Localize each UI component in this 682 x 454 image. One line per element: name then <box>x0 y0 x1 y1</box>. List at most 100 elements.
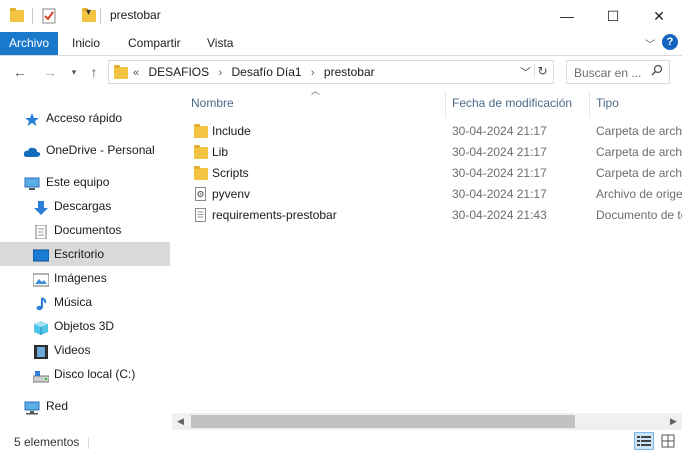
details-view-icon <box>637 436 651 446</box>
item-count: 5 elementos <box>14 435 80 449</box>
sidebar-item-escritorio[interactable]: Escritorio <box>0 242 170 266</box>
back-arrow-icon[interactable]: ← <box>10 62 30 82</box>
search-icon <box>651 64 663 79</box>
breadcrumb-overflow[interactable]: « <box>133 67 139 79</box>
chevron-right-icon[interactable]: › <box>311 67 315 79</box>
sidebar-item-label: Red <box>46 399 69 413</box>
details-view-button[interactable] <box>634 432 654 450</box>
breadcrumb: « DESAFIOS › Desafío Día1 › prestobar <box>133 65 381 79</box>
file-type: Archivo de origen <box>596 187 682 201</box>
computer-icon <box>24 175 40 190</box>
config-file-icon <box>195 187 206 205</box>
large-icons-view-button[interactable] <box>658 432 678 450</box>
file-row[interactable]: Scripts 30-04-2024 21:17 Carpeta de arch… <box>190 163 682 184</box>
sort-ascending-icon: ︿ <box>311 86 321 96</box>
scroll-right-icon[interactable]: ▶ <box>665 413 682 430</box>
sidebar-item-label: Disco local (C:) <box>54 367 136 381</box>
file-row[interactable]: requirements-prestobar 30-04-2024 21:43 … <box>190 205 682 226</box>
refresh-icon[interactable]: ↻ <box>534 64 550 78</box>
cloud-icon <box>23 143 41 157</box>
folder-icon <box>194 166 208 180</box>
download-icon <box>33 199 49 215</box>
file-type: Carpeta de archivos <box>596 124 682 138</box>
help-button[interactable]: ? <box>662 34 678 50</box>
desktop-icon <box>32 247 50 262</box>
chevron-down-icon[interactable]: ﹀ <box>520 64 531 80</box>
sidebar-item-label: Imágenes <box>54 271 107 285</box>
recent-locations-icon[interactable]: ▾ <box>64 62 84 82</box>
divider <box>100 8 101 24</box>
sidebar-item-label: Escritorio <box>54 247 105 261</box>
sidebar-item-acceso-rapido[interactable]: Acceso rápido <box>0 106 170 130</box>
file-type: Carpeta de archivos <box>596 166 682 180</box>
sidebar-item-label: Música <box>54 295 93 309</box>
properties-icon[interactable] <box>42 8 56 26</box>
sidebar-item-este-equipo[interactable]: Este equipo <box>0 170 170 194</box>
3d-objects-icon <box>33 319 49 335</box>
sidebar-item-imagenes[interactable]: Imágenes <box>0 266 170 290</box>
window-title: prestobar <box>110 8 161 22</box>
column-header-name[interactable]: Nombre <box>191 92 234 114</box>
sidebar-item-objetos-3d[interactable]: Objetos 3D <box>0 314 170 338</box>
column-divider[interactable] <box>589 92 590 118</box>
column-divider[interactable] <box>445 92 446 118</box>
sidebar-item-label: Este equipo <box>46 175 110 189</box>
sidebar-item-onedrive[interactable]: OneDrive - Personal <box>0 138 170 162</box>
file-date: 30-04-2024 21:17 <box>452 145 547 159</box>
file-name: pyvenv <box>212 187 251 201</box>
tab-archivo[interactable]: Archivo <box>0 32 59 55</box>
search-placeholder: Buscar en ... <box>574 66 642 80</box>
folder-icon <box>194 124 208 138</box>
ribbon-tabs: Archivo Inicio Compartir Vista ﹀ ? <box>0 32 682 56</box>
breadcrumb-prestobar[interactable]: prestobar <box>324 65 375 79</box>
breadcrumb-desafios[interactable]: DESAFIOS <box>148 65 209 79</box>
sidebar-item-disco-local[interactable]: Disco local (C:) <box>0 362 170 386</box>
sidebar-item-descargas[interactable]: Descargas <box>0 194 170 218</box>
title-bar: ▾ prestobar — ☐ ✕ <box>0 0 682 32</box>
file-date: 30-04-2024 21:17 <box>452 166 547 180</box>
tab-compartir[interactable]: Compartir <box>118 32 191 55</box>
star-icon <box>24 111 40 126</box>
tab-inicio[interactable]: Inicio <box>62 32 110 55</box>
scroll-left-icon[interactable]: ◀ <box>172 413 189 430</box>
minimize-button[interactable]: — <box>544 0 590 32</box>
sidebar-item-musica[interactable]: Música <box>0 290 170 314</box>
network-icon <box>24 399 40 415</box>
sidebar-item-label: Videos <box>54 343 91 357</box>
column-header-date[interactable]: Fecha de modificación <box>452 92 572 114</box>
navigation-bar: ← → ▾ ↑ « DESAFIOS › Desafío Día1 › pres… <box>0 58 682 88</box>
file-row[interactable]: Include 30-04-2024 21:17 Carpeta de arch… <box>190 121 682 142</box>
folder-icon[interactable] <box>10 8 24 22</box>
breadcrumb-desafio-dia1[interactable]: Desafío Día1 <box>232 65 302 79</box>
sidebar-item-red[interactable]: Red <box>0 394 170 418</box>
file-type: Carpeta de archivos <box>596 145 682 159</box>
file-date: 30-04-2024 21:43 <box>452 208 547 222</box>
forward-arrow-icon[interactable]: → <box>40 62 60 82</box>
chevron-right-icon[interactable]: › <box>219 67 223 79</box>
music-icon <box>33 295 49 311</box>
sidebar-item-label: Descargas <box>54 199 112 213</box>
up-arrow-icon[interactable]: ↑ <box>84 62 104 82</box>
sidebar-item-label: OneDrive - Personal <box>46 143 155 157</box>
tab-vista[interactable]: Vista <box>197 32 243 55</box>
file-name: Scripts <box>212 166 249 180</box>
file-row[interactable]: Lib 30-04-2024 21:17 Carpeta de archivos <box>190 142 682 163</box>
sidebar-item-videos[interactable]: Videos <box>0 338 170 362</box>
close-button[interactable]: ✕ <box>636 0 682 32</box>
maximize-button[interactable]: ☐ <box>590 0 636 32</box>
search-box[interactable]: Buscar en ... <box>566 60 670 84</box>
file-date: 30-04-2024 21:17 <box>452 187 547 201</box>
large-icons-view-icon <box>661 434 675 448</box>
horizontal-scrollbar[interactable]: ◀ ▶ <box>172 413 682 430</box>
file-name: requirements-prestobar <box>212 208 337 222</box>
sidebar-item-documentos[interactable]: Documentos <box>0 218 170 242</box>
drive-icon <box>32 367 50 383</box>
scrollbar-thumb[interactable] <box>191 415 575 428</box>
documents-icon <box>33 223 49 240</box>
column-header-type[interactable]: Tipo <box>596 92 619 114</box>
expand-ribbon-icon[interactable]: ﹀ <box>645 36 655 51</box>
customize-quick-access-icon[interactable]: ▾ <box>86 7 91 25</box>
file-row[interactable]: pyvenv 30-04-2024 21:17 Archivo de orige… <box>190 184 682 205</box>
address-bar[interactable]: « DESAFIOS › Desafío Día1 › prestobar ﹀ … <box>108 60 554 84</box>
divider <box>32 8 33 24</box>
